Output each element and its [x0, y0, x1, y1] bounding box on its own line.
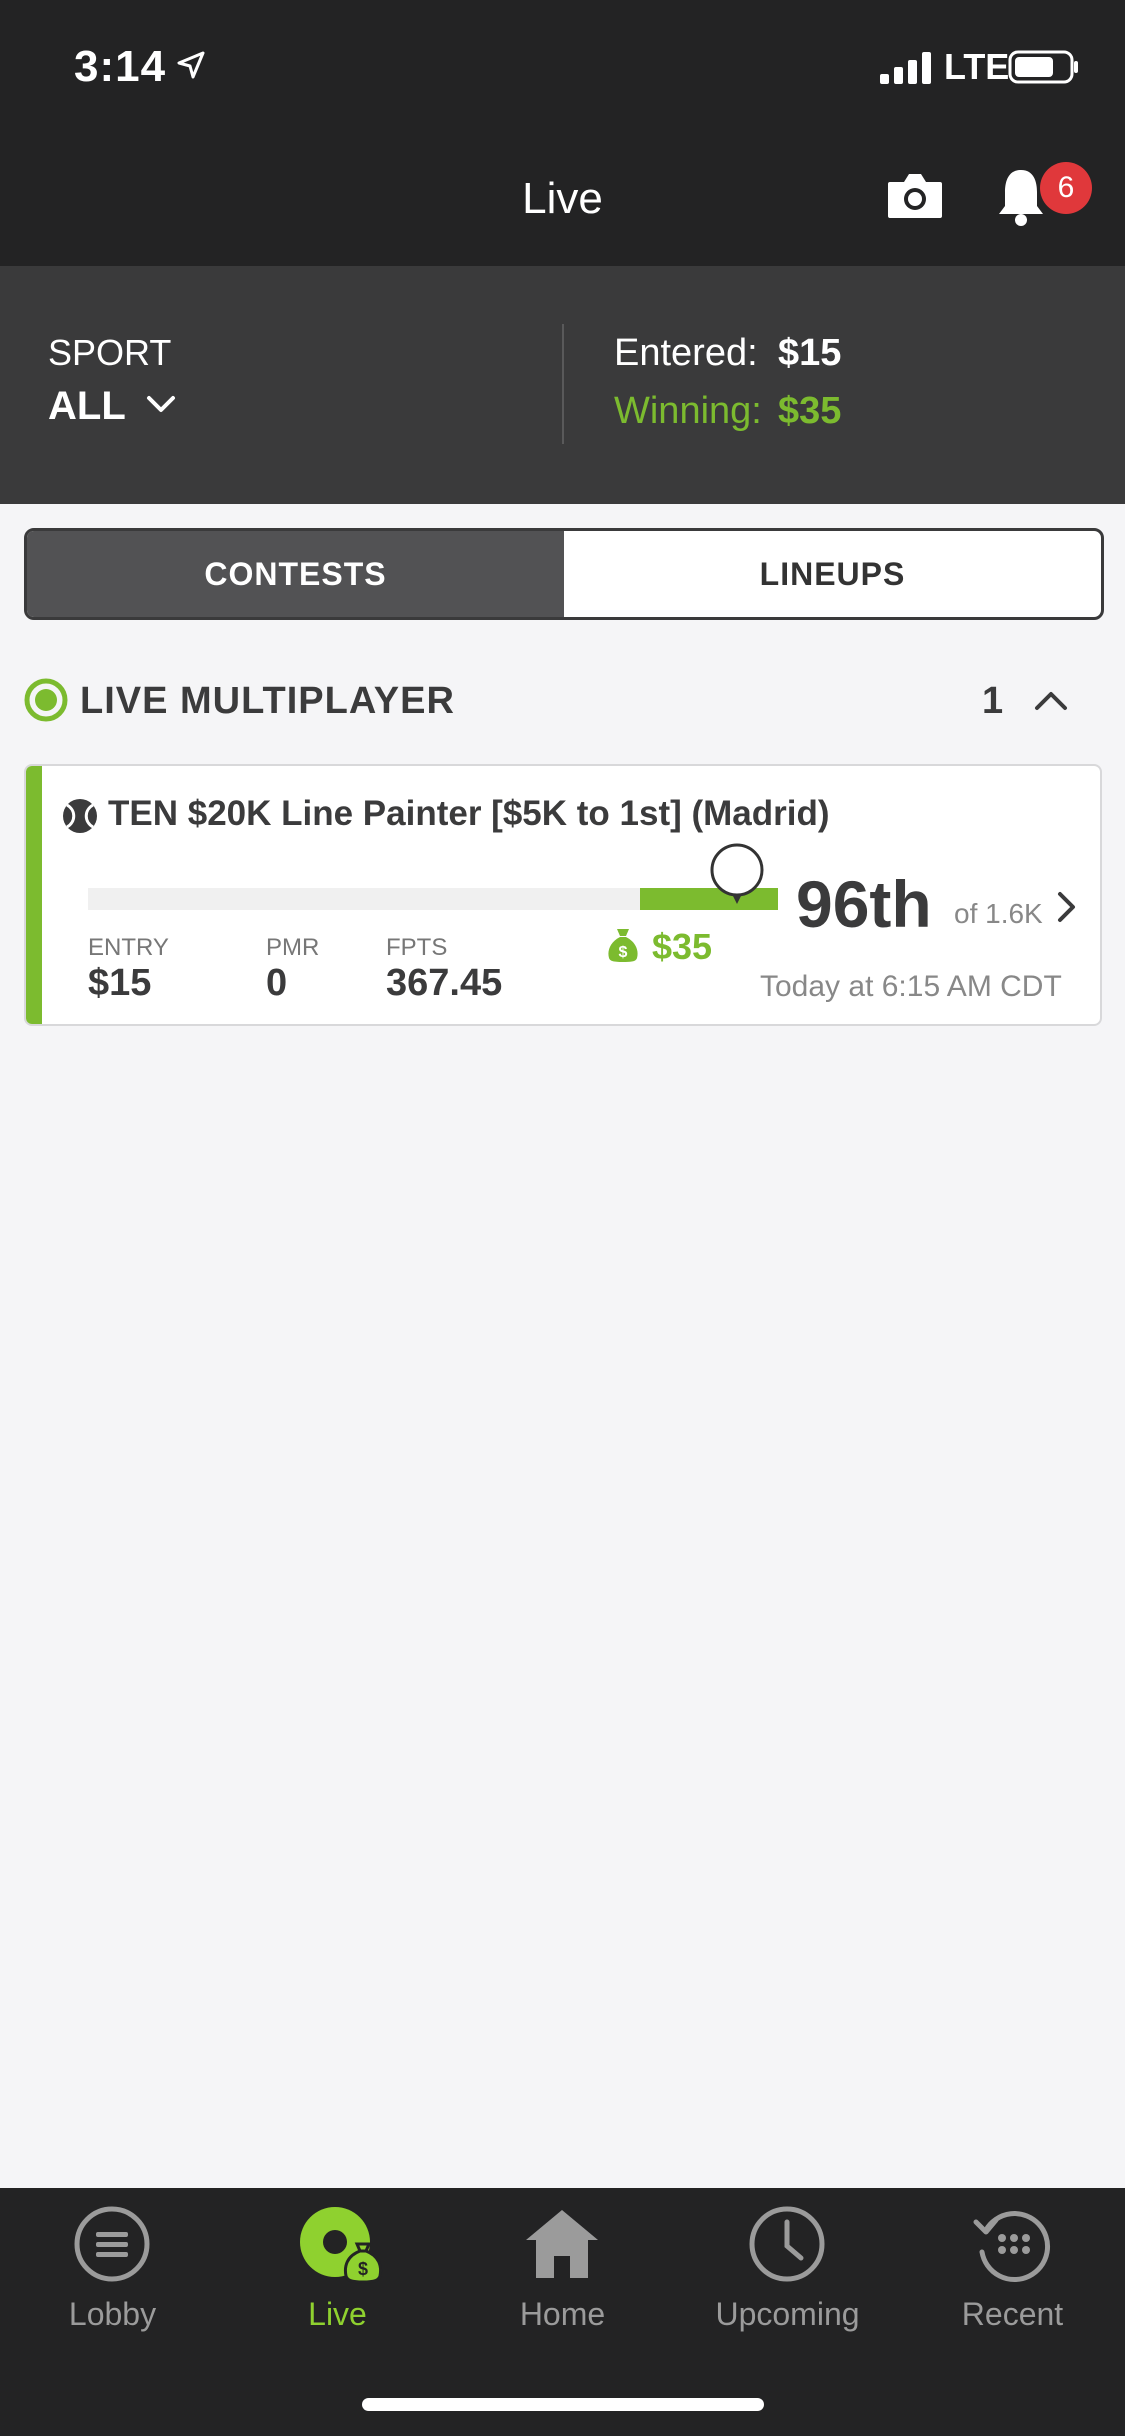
segmented-control: CONTESTS LINEUPS	[24, 528, 1104, 620]
winning-value: $35	[778, 390, 842, 432]
tab-live[interactable]: $ Live	[225, 2188, 450, 2388]
pmr-value: 0	[266, 962, 288, 1004]
tab-upcoming[interactable]: Upcoming	[675, 2188, 900, 2388]
rank-value: 96th	[796, 867, 932, 941]
winnings-value: $35	[652, 926, 713, 967]
tennis-ball-icon	[63, 799, 97, 833]
entered-label: Entered:	[614, 332, 758, 374]
progress-track	[88, 888, 778, 910]
contest-title: TEN $20K Line Painter [$5K to 1st] (Madr…	[108, 794, 830, 833]
bell-icon[interactable]	[996, 166, 1046, 228]
history-icon	[973, 2211, 1051, 2283]
live-icon: $	[300, 2207, 383, 2284]
location-arrow-icon	[177, 51, 205, 79]
network-label: LTE	[944, 46, 1010, 87]
tab-lineups[interactable]: LINEUPS	[564, 531, 1101, 617]
tab-label: Live	[308, 2296, 367, 2332]
tab-label: Home	[519, 2296, 606, 2332]
tab-recent[interactable]: Recent	[900, 2188, 1125, 2388]
tab-lobby[interactable]: Lobby	[0, 2188, 225, 2388]
section-title: LIVE MULTIPLAYER	[80, 680, 455, 722]
menu-icon	[74, 2206, 150, 2282]
nav-bar: Live 6	[0, 132, 1125, 266]
start-time: Today at 6:15 AM CDT	[760, 970, 1062, 1003]
sport-label: SPORT	[48, 332, 172, 373]
position-marker-icon	[710, 843, 764, 904]
chevron-up-icon[interactable]	[1034, 690, 1068, 712]
home-indicator	[362, 2398, 764, 2411]
signal-icon	[880, 52, 931, 84]
clock-icon	[749, 2206, 825, 2282]
tab-contests[interactable]: CONTESTS	[27, 531, 564, 617]
summary-panel: SPORT ALL Entered: $15 Winning: $35	[0, 266, 1125, 504]
fpts-label: FPTS	[386, 934, 448, 961]
live-status-icon	[24, 678, 68, 722]
svg-text:$: $	[358, 2259, 368, 2279]
status-bar: 3:14 LTE	[0, 0, 1125, 132]
entry-label: ENTRY	[88, 934, 169, 961]
divider	[562, 324, 564, 444]
chevron-down-icon[interactable]	[146, 394, 176, 414]
home-icon	[526, 2210, 598, 2278]
battery-icon	[1008, 50, 1078, 84]
rank-of: of 1.6K	[954, 898, 1043, 929]
notification-badge[interactable]: 6	[1040, 162, 1092, 214]
camera-icon[interactable]	[886, 170, 944, 220]
entry-value: $15	[88, 962, 152, 1004]
status-time: 3:14	[74, 42, 167, 91]
tab-label: Lobby	[68, 2296, 157, 2332]
entered-value: $15	[778, 332, 842, 374]
svg-text:$: $	[619, 944, 628, 961]
winning-label: Winning:	[614, 390, 762, 432]
fpts-value: 367.45	[386, 962, 503, 1004]
tab-label: Recent	[961, 2296, 1064, 2332]
page-title: Live	[522, 174, 603, 223]
tab-home[interactable]: Home	[450, 2188, 675, 2388]
tab-label: Upcoming	[715, 2296, 860, 2332]
section-count: 1	[982, 680, 1004, 722]
chevron-right-icon[interactable]	[1056, 890, 1078, 924]
contest-card[interactable]: TEN $20K Line Painter [$5K to 1st] (Madr…	[24, 764, 1102, 1026]
money-bag-icon: $	[608, 929, 638, 962]
sport-selector[interactable]: ALL	[48, 384, 126, 429]
pmr-label: PMR	[266, 934, 320, 961]
card-accent-bar	[26, 766, 42, 1024]
